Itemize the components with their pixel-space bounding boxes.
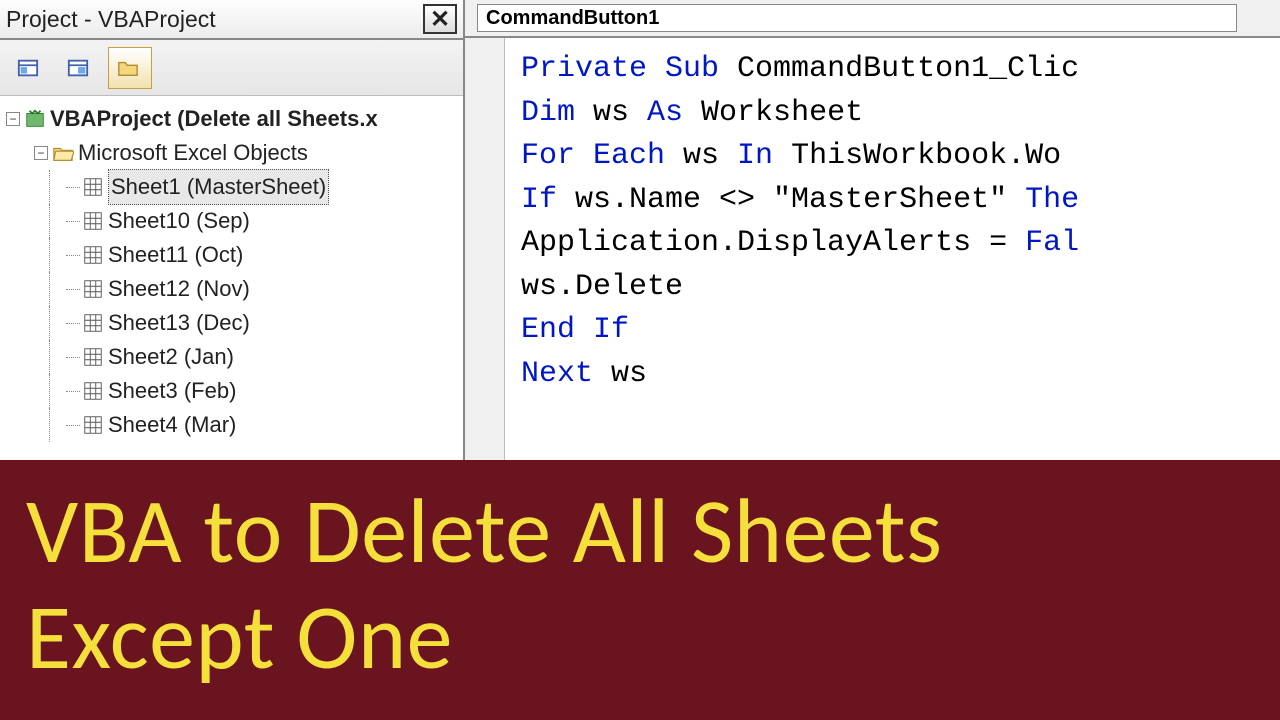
- project-explorer-header: Project - VBAProject ✕: [0, 0, 463, 40]
- collapse-icon[interactable]: −: [34, 146, 48, 160]
- tree-sheet-item[interactable]: Sheet10 (Sep): [4, 204, 459, 238]
- close-panel-button[interactable]: ✕: [423, 4, 457, 34]
- close-icon: ✕: [430, 5, 450, 34]
- tree-sheet-item[interactable]: Sheet12 (Nov): [4, 272, 459, 306]
- tree-sheet-item[interactable]: Sheet1 (MasterSheet): [4, 170, 459, 204]
- tree-sheet-label: Sheet2 (Jan): [108, 340, 234, 374]
- toggle-folders-button[interactable]: [108, 47, 152, 89]
- tree-sheet-item[interactable]: Sheet2 (Jan): [4, 340, 459, 374]
- tree-sheet-label: Sheet4 (Mar): [108, 408, 236, 442]
- object-dropdown-bar: CommandButton1: [465, 0, 1280, 38]
- tree-sheet-item[interactable]: Sheet11 (Oct): [4, 238, 459, 272]
- project-tree[interactable]: − VBAProject (Delete all Sheets.x − Micr…: [0, 96, 463, 460]
- vbaproject-icon: [24, 108, 46, 130]
- worksheet-icon: [82, 244, 104, 266]
- tree-sheet-label: Sheet12 (Nov): [108, 272, 250, 306]
- banner-line-1: VBA to Delete All Sheets: [26, 478, 1254, 584]
- view-object-icon: [67, 57, 89, 79]
- tree-sheet-item[interactable]: Sheet3 (Feb): [4, 374, 459, 408]
- worksheet-icon: [82, 312, 104, 334]
- tree-sheet-item[interactable]: Sheet4 (Mar): [4, 408, 459, 442]
- view-object-button[interactable]: [58, 47, 102, 89]
- worksheet-icon: [82, 380, 104, 402]
- folder-open-icon: [52, 142, 74, 164]
- project-toolbar: [0, 40, 463, 96]
- view-code-button[interactable]: [8, 47, 52, 89]
- tree-sheet-label: Sheet11 (Oct): [108, 238, 243, 272]
- title-banner: VBA to Delete All Sheets Except One: [0, 460, 1280, 720]
- project-explorer-panel: Project - VBAProject ✕ − VBAProject (Del…: [0, 0, 465, 460]
- project-explorer-title: Project - VBAProject: [6, 6, 423, 33]
- folder-icon: [117, 57, 139, 79]
- code-margin: [465, 38, 505, 460]
- worksheet-icon: [82, 414, 104, 436]
- object-dropdown[interactable]: CommandButton1: [477, 4, 1237, 32]
- tree-root-label: VBAProject (Delete all Sheets.x: [50, 102, 378, 136]
- tree-sheet-label: Sheet13 (Dec): [108, 306, 250, 340]
- worksheet-icon: [82, 210, 104, 232]
- code-editor[interactable]: Private Sub CommandButton1_ClicDim ws As…: [505, 38, 1280, 460]
- code-area: Private Sub CommandButton1_ClicDim ws As…: [465, 38, 1280, 460]
- tree-sheet-item[interactable]: Sheet13 (Dec): [4, 306, 459, 340]
- collapse-icon[interactable]: −: [6, 112, 20, 126]
- tree-sheet-label: Sheet3 (Feb): [108, 374, 236, 408]
- code-panel: CommandButton1 Private Sub CommandButton…: [465, 0, 1280, 460]
- object-dropdown-value: CommandButton1: [486, 7, 659, 30]
- editor-area: Project - VBAProject ✕ − VBAProject (Del…: [0, 0, 1280, 460]
- tree-folder-label: Microsoft Excel Objects: [78, 136, 308, 170]
- banner-line-2: Except One: [26, 584, 1254, 690]
- worksheet-icon: [82, 278, 104, 300]
- tree-folder[interactable]: − Microsoft Excel Objects: [4, 136, 459, 170]
- tree-sheet-label: Sheet1 (MasterSheet): [108, 169, 329, 205]
- tree-root[interactable]: − VBAProject (Delete all Sheets.x: [4, 102, 459, 136]
- worksheet-icon: [82, 346, 104, 368]
- worksheet-icon: [82, 176, 104, 198]
- view-code-icon: [17, 57, 39, 79]
- tree-sheet-label: Sheet10 (Sep): [108, 204, 250, 238]
